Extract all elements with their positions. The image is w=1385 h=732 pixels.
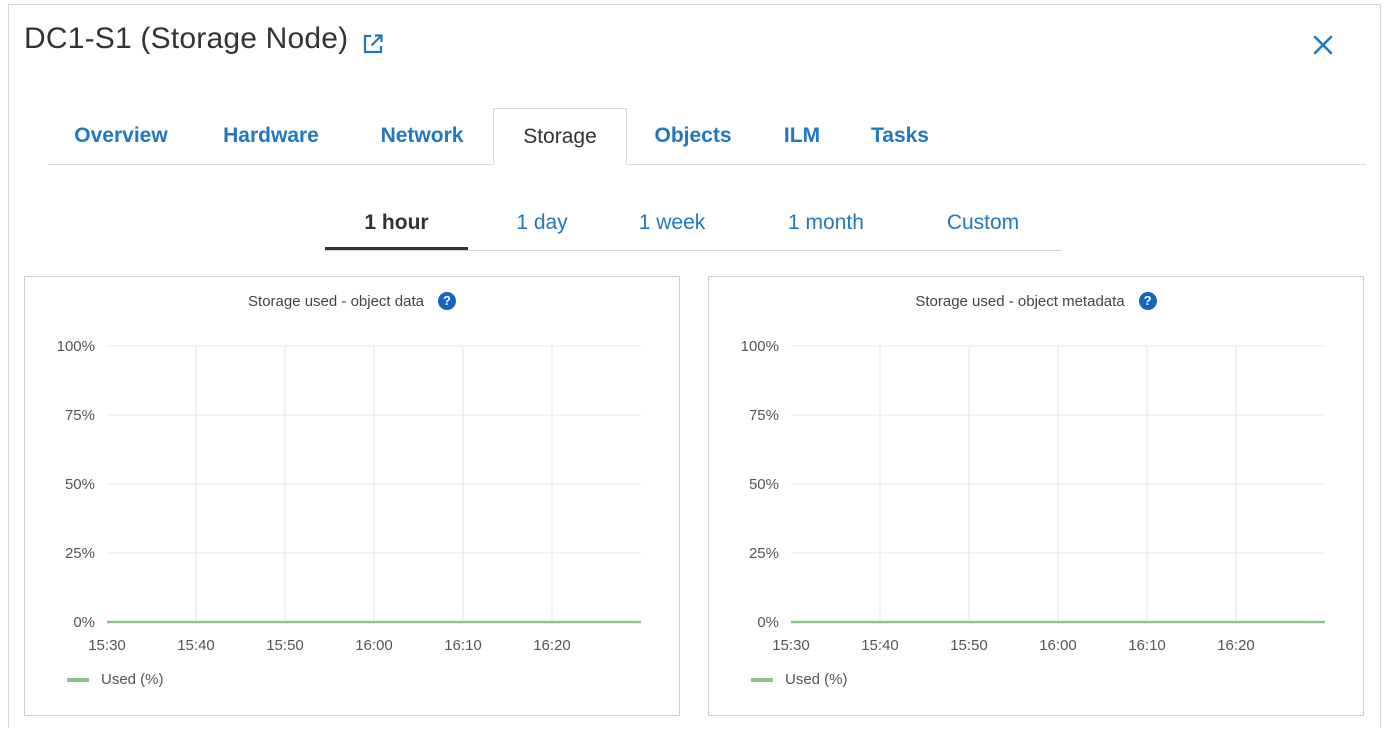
period-1-month[interactable]: 1 month <box>755 202 897 249</box>
external-link-icon[interactable] <box>362 29 384 54</box>
legend-swatch <box>67 677 89 682</box>
chart-title: Storage used - object metadata <box>915 293 1125 310</box>
tab-storage[interactable]: Storage <box>493 108 627 165</box>
chart-panel-object-data: 100% 75% 50% 25% 0% 15:30 15:40 15:50 16:00 16:10… <box>24 276 680 716</box>
chart-title-row: Storage used - object data? <box>25 291 679 310</box>
y-tick-label: 50% <box>749 476 779 493</box>
x-tick-label: 15:40 <box>177 637 215 654</box>
x-tick-label: 16:20 <box>533 637 571 654</box>
x-tick-label: 16:10 <box>1128 637 1166 654</box>
chart-object-data: 100% 75% 50% 25% 0% 15:30 15:40 15:50 16:00 16:10… <box>57 338 641 654</box>
legend-label: Used (%) <box>785 671 848 688</box>
y-tick-label: 100% <box>57 338 95 355</box>
x-tick-label: 15:40 <box>861 637 899 654</box>
period-1-week[interactable]: 1 week <box>611 202 733 249</box>
y-tick-label: 0% <box>73 614 95 631</box>
period-custom[interactable]: Custom <box>921 202 1045 249</box>
y-tick-label: 25% <box>65 545 95 562</box>
tab-hardware[interactable]: Hardware <box>198 108 344 164</box>
legend-label: Used (%) <box>101 671 164 688</box>
x-tick-label: 15:50 <box>950 637 988 654</box>
period-1-hour[interactable]: 1 hour <box>325 202 468 250</box>
y-tick-label: 50% <box>65 476 95 493</box>
x-tick-label: 16:00 <box>355 637 393 654</box>
x-tick-label: 16:20 <box>1217 637 1255 654</box>
y-tick-label: 25% <box>749 545 779 562</box>
help-icon[interactable]: ? <box>1138 291 1157 310</box>
tab-objects[interactable]: Objects <box>632 108 754 164</box>
close-button[interactable] <box>1308 30 1338 60</box>
y-tick-label: 75% <box>749 407 779 424</box>
help-icon[interactable]: ? <box>437 291 456 310</box>
chart-title: Storage used - object data <box>248 293 424 310</box>
chart-panel-object-metadata: 100% 75% 50% 25% 0% 15:30 15:40 15:50 16:00 16:10… <box>708 276 1364 716</box>
period-1-day[interactable]: 1 day <box>475 202 609 249</box>
x-tick-label: 16:10 <box>444 637 482 654</box>
y-tick-label: 0% <box>757 614 779 631</box>
tab-network[interactable]: Network <box>354 108 490 164</box>
chart-object-metadata: 100% 75% 50% 25% 0% 15:30 15:40 15:50 16:00 16:10… <box>741 338 1325 654</box>
modal-header: DC1-S1 (Storage Node) <box>24 22 384 56</box>
chart-legend: Used (%) <box>751 671 848 688</box>
node-tabs: Overview Hardware Network Storage Object… <box>48 108 1366 165</box>
chart-title-row: Storage used - object metadata? <box>709 291 1363 310</box>
tab-tasks[interactable]: Tasks <box>850 108 950 164</box>
page-title: DC1-S1 (Storage Node) <box>24 22 349 55</box>
y-tick-label: 100% <box>741 338 779 355</box>
x-tick-label: 15:30 <box>88 637 126 654</box>
chart-legend: Used (%) <box>67 671 164 688</box>
tab-overview[interactable]: Overview <box>48 108 194 164</box>
legend-swatch <box>751 677 773 682</box>
x-tick-label: 15:50 <box>266 637 304 654</box>
tab-ilm[interactable]: ILM <box>762 108 842 164</box>
close-icon <box>1313 35 1333 55</box>
time-period-selector: 1 hour 1 day 1 week 1 month Custom <box>325 202 1061 251</box>
y-tick-label: 75% <box>65 407 95 424</box>
x-tick-label: 16:00 <box>1039 637 1077 654</box>
x-tick-label: 15:30 <box>772 637 810 654</box>
